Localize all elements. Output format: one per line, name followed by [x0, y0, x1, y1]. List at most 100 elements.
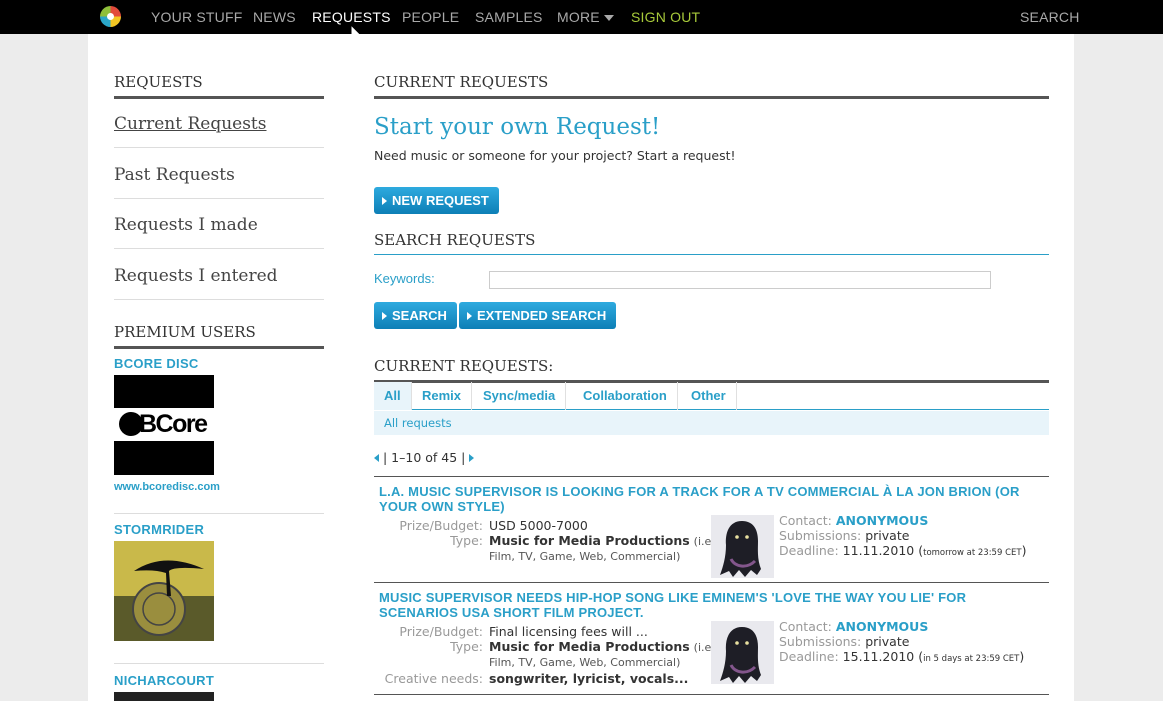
previous-page-icon[interactable] — [374, 454, 379, 462]
request-title[interactable]: L.A. MUSIC SUPERVISOR IS LOOKING FOR A T… — [379, 484, 1044, 514]
premium-user-name[interactable]: BCORE DISC — [114, 356, 199, 371]
nav-requests[interactable]: REQUESTS — [312, 9, 391, 25]
tab-other[interactable]: Other — [681, 382, 737, 410]
contact-value[interactable]: ANONYMOUS — [836, 619, 929, 634]
sidebar-heading: REQUESTS — [114, 73, 324, 99]
premium-user-name[interactable]: NICHARCOURT — [114, 673, 214, 688]
start-request-text: Need music or someone for your project? … — [374, 148, 736, 163]
play-arrow-icon — [382, 197, 387, 205]
new-request-button[interactable]: NEW REQUEST — [374, 187, 499, 214]
contact-label: Contact: — [779, 513, 832, 528]
request-avatar[interactable] — [711, 515, 774, 578]
premium-user-logo-nicharcourt[interactable] — [114, 692, 214, 701]
contact-row: Contact: ANONYMOUS — [779, 513, 928, 528]
pagination-text: | 1–10 of 45 | — [383, 450, 466, 465]
nav-samples[interactable]: SAMPLES — [475, 9, 543, 25]
keywords-input[interactable] — [489, 271, 991, 289]
sidebar-link-past-requests[interactable]: Past Requests — [114, 165, 324, 185]
sidebar-divider — [114, 248, 324, 249]
nav-more-label: MORE — [557, 9, 600, 25]
deadline-row: Deadline: 15.11.2010 (in 5 days at 23:59… — [779, 649, 1025, 664]
premium-user-name[interactable]: STORMRIDER — [114, 522, 204, 537]
request-avatar[interactable] — [711, 621, 774, 684]
bcore-logo-band: BCore — [114, 408, 214, 441]
sidebar-link-current-requests[interactable]: Current Requests — [114, 114, 324, 134]
sidebar-link-requests-i-made[interactable]: Requests I made — [114, 215, 324, 235]
chevron-down-icon — [603, 15, 614, 22]
nav-search[interactable]: SEARCH — [1020, 9, 1080, 25]
search-button[interactable]: SEARCH — [374, 302, 457, 329]
request-title[interactable]: MUSIC SUPERVISOR NEEDS HIP-HOP SONG LIKE… — [379, 590, 1044, 620]
current-requests-list-heading: CURRENT REQUESTS: — [374, 357, 1049, 383]
start-request-title: Start your own Request! — [374, 114, 661, 140]
premium-user-logo-stormrider[interactable] — [114, 541, 214, 641]
current-requests-heading: CURRENT REQUESTS — [374, 73, 1049, 99]
nav-people[interactable]: PEOPLE — [402, 9, 459, 25]
request-divider — [374, 694, 1049, 695]
tab-all[interactable]: All — [374, 382, 412, 410]
bcore-logo-text: BCore — [139, 410, 208, 438]
deadline-value: 11.11.2010 — [842, 543, 915, 558]
type-name: Music for Media Productions — [489, 533, 690, 548]
subtab-all-requests[interactable]: All requests — [384, 416, 452, 430]
nav-more[interactable]: MORE — [557, 9, 614, 25]
request-divider — [374, 582, 1049, 583]
type-label: Type: — [450, 639, 483, 654]
sidebar-divider — [114, 513, 324, 514]
sidebar-divider — [114, 198, 324, 199]
submissions-value: private — [865, 528, 910, 543]
nav-your-stuff[interactable]: YOUR STUFF — [151, 9, 242, 25]
request-category-tabs: All Remix Sync/media Collaboration Other — [374, 382, 1049, 410]
budget-label: Prize/Budget: — [399, 518, 483, 533]
creative-needs-value: songwriter, lyricist, vocals... — [489, 671, 689, 686]
submissions-value: private — [865, 634, 910, 649]
creative-needs-label: Creative needs: — [384, 671, 483, 686]
next-page-icon[interactable] — [469, 454, 475, 462]
submissions-row: Submissions: private — [779, 634, 909, 649]
deadline-value: 15.11.2010 — [842, 649, 915, 664]
premium-user-url[interactable]: www.bcoredisc.com — [114, 481, 220, 493]
type-value: Music for Media Productions (i.e. — [489, 533, 715, 548]
type-note-continued: Film, TV, Game, Web, Commercial) — [489, 550, 681, 563]
premium-users-heading: PREMIUM USERS — [114, 323, 324, 349]
keywords-label: Keywords: — [374, 271, 435, 286]
search-button-label: SEARCH — [392, 308, 447, 323]
subtab-bar: All requests — [374, 411, 1049, 435]
contact-row: Contact: ANONYMOUS — [779, 619, 928, 634]
deadline-note: in 5 days at 23:59 CET — [923, 654, 1020, 664]
tab-sync-media[interactable]: Sync/media — [473, 382, 567, 410]
sidebar-link-requests-i-entered[interactable]: Requests I entered — [114, 266, 324, 286]
contact-label: Contact: — [779, 619, 832, 634]
type-name: Music for Media Productions — [489, 639, 690, 654]
tab-collaboration[interactable]: Collaboration — [573, 382, 678, 410]
submissions-row: Submissions: private — [779, 528, 909, 543]
extended-search-button-label: EXTENDED SEARCH — [477, 308, 607, 323]
play-arrow-icon — [382, 312, 387, 320]
budget-value: USD 5000-7000 — [489, 518, 588, 533]
sidebar-divider — [114, 299, 324, 300]
request-divider — [374, 476, 1049, 477]
deadline-label: Deadline: — [779, 543, 839, 558]
sidebar-divider — [114, 663, 324, 664]
nav-sign-out[interactable]: SIGN OUT — [631, 9, 700, 25]
premium-user-logo-bcore[interactable]: BCore — [114, 375, 214, 475]
contact-value[interactable]: ANONYMOUS — [836, 513, 929, 528]
submissions-label: Submissions: — [779, 528, 862, 543]
search-requests-heading: SEARCH REQUESTS — [374, 231, 1049, 255]
deadline-label: Deadline: — [779, 649, 839, 664]
new-request-button-label: NEW REQUEST — [392, 193, 489, 208]
deadline-row: Deadline: 11.11.2010 (tomorrow at 23:59 … — [779, 543, 1027, 558]
tab-remix[interactable]: Remix — [412, 382, 473, 410]
sidebar-divider — [114, 147, 324, 148]
pagination: | 1–10 of 45 | — [374, 450, 475, 465]
submissions-label: Submissions: — [779, 634, 862, 649]
budget-label: Prize/Budget: — [399, 624, 483, 639]
nav-news[interactable]: NEWS — [253, 9, 296, 25]
type-value: Music for Media Productions (i.e. — [489, 639, 715, 654]
extended-search-button[interactable]: EXTENDED SEARCH — [459, 302, 617, 329]
top-navigation-bar: YOUR STUFF NEWS REQUESTS PEOPLE SAMPLES … — [0, 0, 1163, 34]
site-logo-icon[interactable] — [100, 6, 121, 27]
budget-value: Final licensing fees will ... — [489, 624, 648, 639]
type-note-continued: Film, TV, Game, Web, Commercial) — [489, 656, 681, 669]
play-arrow-icon — [467, 312, 472, 320]
